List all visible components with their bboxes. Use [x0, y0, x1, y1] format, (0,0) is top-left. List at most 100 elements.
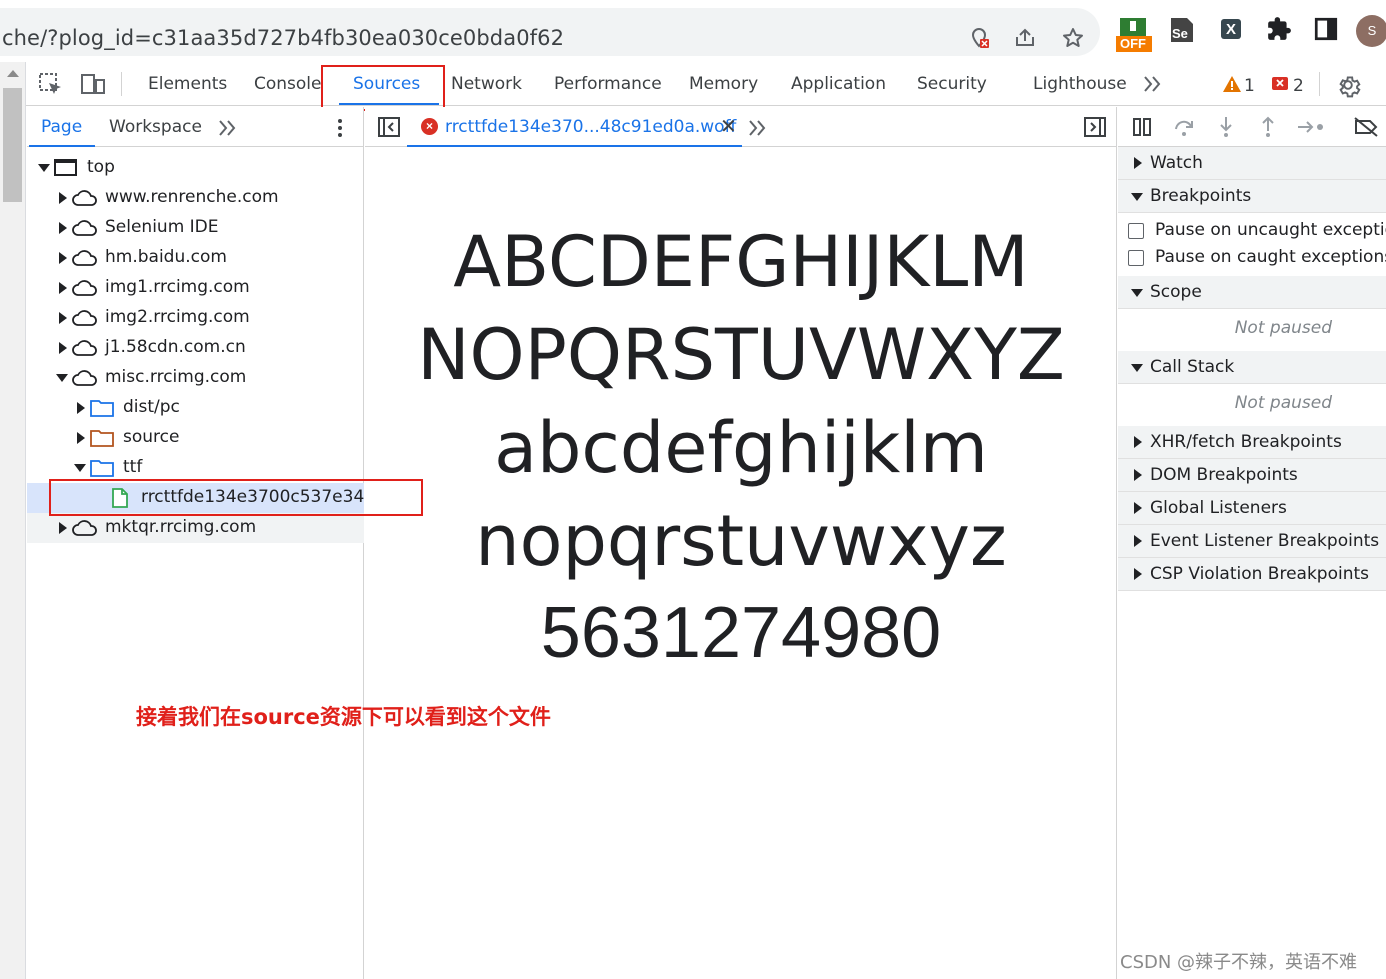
- navigator-menu-icon[interactable]: [334, 117, 346, 144]
- toggle-navigator-icon[interactable]: [377, 116, 401, 143]
- profile-avatar[interactable]: S: [1356, 15, 1386, 47]
- watch-label: Watch: [1150, 153, 1203, 173]
- collapse-arrow-icon[interactable]: [1131, 364, 1143, 372]
- folder-icon: [89, 428, 115, 448]
- bookmark-star-icon[interactable]: [1060, 26, 1086, 52]
- pause-resume-icon[interactable]: [1130, 115, 1156, 139]
- extensions-puzzle-icon[interactable]: [1266, 16, 1298, 48]
- tree-item-folder[interactable]: source: [27, 423, 364, 453]
- more-navigator-tabs-icon[interactable]: [217, 118, 239, 143]
- tab-network[interactable]: Network: [451, 74, 522, 94]
- editor-tab-label: rrcttfde134e370...48c91ed0a.woff: [445, 117, 737, 137]
- extension-off-icon[interactable]: OFF: [1116, 16, 1152, 52]
- tree-item-domain[interactable]: mktqr.rrcimg.com: [27, 513, 364, 543]
- share-icon[interactable]: [1012, 26, 1038, 52]
- collapse-arrow-icon[interactable]: [74, 464, 86, 472]
- tree-item-domain[interactable]: hm.baidu.com: [27, 243, 364, 273]
- expand-arrow-icon[interactable]: [77, 432, 85, 444]
- dom-breakpoints-section-header[interactable]: DOM Breakpoints: [1118, 459, 1386, 492]
- tree-item-domain[interactable]: j1.58cdn.com.cn: [27, 333, 364, 363]
- expand-arrow-icon[interactable]: [77, 402, 85, 414]
- expand-arrow-icon[interactable]: [1134, 157, 1142, 169]
- tree-item-folder[interactable]: dist/pc: [27, 393, 364, 423]
- tree-item-label: hm.baidu.com: [105, 247, 227, 267]
- pause-caught-checkbox[interactable]: [1128, 250, 1144, 266]
- tab-application[interactable]: Application: [791, 74, 886, 94]
- collapse-arrow-icon[interactable]: [56, 374, 68, 382]
- editor-tab-bar: × rrcttfde134e370...48c91ed0a.woff ✕: [365, 107, 1117, 147]
- close-tab-icon[interactable]: ✕: [720, 114, 737, 139]
- step-over-icon[interactable]: [1172, 115, 1198, 139]
- tree-item-domain-expanded[interactable]: misc.rrcimg.com: [27, 363, 364, 393]
- tab-lighthouse[interactable]: Lighthouse: [1033, 74, 1127, 94]
- step-out-icon[interactable]: [1256, 115, 1282, 139]
- tree-item-domain[interactable]: Selenium IDE: [27, 213, 364, 243]
- xhr-breakpoints-section-header[interactable]: XHR/fetch Breakpoints: [1118, 426, 1386, 459]
- scope-section-header[interactable]: Scope: [1118, 276, 1386, 309]
- expand-arrow-icon[interactable]: [59, 312, 67, 324]
- scroll-up-arrow-icon[interactable]: [7, 70, 19, 77]
- global-listeners-section-header[interactable]: Global Listeners: [1118, 492, 1386, 525]
- pause-uncaught-checkbox[interactable]: [1128, 223, 1144, 239]
- expand-arrow-icon[interactable]: [59, 252, 67, 264]
- expand-arrow-icon[interactable]: [59, 342, 67, 354]
- selenium-extension-icon[interactable]: Se: [1168, 16, 1200, 48]
- call-stack-status: Not paused: [1234, 393, 1332, 413]
- expand-arrow-icon[interactable]: [1134, 469, 1142, 481]
- scroll-thumb[interactable]: [3, 88, 22, 202]
- tree-item-top[interactable]: top: [27, 153, 364, 183]
- tab-security[interactable]: Security: [917, 74, 987, 94]
- excel-extension-label: X: [1226, 21, 1237, 38]
- errors-count[interactable]: 2: [1293, 76, 1304, 96]
- more-tabs-chevron-icon[interactable]: [1142, 74, 1168, 98]
- watermark-text: CSDN @辣子不辣，英语不难: [1120, 952, 1358, 973]
- page-scrollbar[interactable]: [0, 62, 26, 979]
- side-panel-icon[interactable]: [1313, 16, 1345, 48]
- toggle-debugger-icon[interactable]: [1083, 116, 1107, 143]
- step-into-icon[interactable]: [1214, 115, 1240, 139]
- expand-arrow-icon[interactable]: [1134, 535, 1142, 547]
- devtools-panel: Elements Console Sources Network Perform…: [0, 62, 1386, 979]
- tab-console[interactable]: Console: [254, 74, 322, 94]
- tree-item-label: dist/pc: [123, 397, 180, 417]
- pause-uncaught-checkbox-row[interactable]: Pause on uncaught exceptions: [1118, 217, 1386, 245]
- tab-page[interactable]: Page: [41, 117, 82, 137]
- expand-arrow-icon[interactable]: [1134, 502, 1142, 514]
- more-editor-tabs-icon[interactable]: [747, 118, 769, 143]
- tab-performance[interactable]: Performance: [554, 74, 662, 94]
- breakpoints-section-header[interactable]: Breakpoints: [1118, 180, 1386, 213]
- tab-workspace[interactable]: Workspace: [109, 117, 202, 137]
- expand-arrow-icon[interactable]: [1134, 436, 1142, 448]
- font-preview-lowercase-1: abcdefghijklm: [494, 407, 988, 489]
- url-text[interactable]: che/?plog_id=c31aa35d727b4fb30ea030ce0bd…: [2, 26, 564, 50]
- tree-item-domain[interactable]: img1.rrcimg.com: [27, 273, 364, 303]
- expand-arrow-icon[interactable]: [59, 282, 67, 294]
- watch-section-header[interactable]: Watch: [1118, 147, 1386, 180]
- step-icon[interactable]: [1296, 115, 1323, 139]
- excel-extension-icon[interactable]: X: [1218, 16, 1250, 48]
- event-listener-breakpoints-section-header[interactable]: Event Listener Breakpoints: [1118, 525, 1386, 558]
- call-stack-section-header[interactable]: Call Stack: [1118, 351, 1386, 384]
- collapse-arrow-icon[interactable]: [1131, 193, 1143, 201]
- settings-gear-icon[interactable]: [1335, 72, 1361, 98]
- csp-violation-breakpoints-section-header[interactable]: CSP Violation Breakpoints: [1118, 558, 1386, 591]
- expand-arrow-icon[interactable]: [59, 192, 67, 204]
- pause-caught-checkbox-row[interactable]: Pause on caught exceptions: [1118, 244, 1386, 272]
- collapse-arrow-icon[interactable]: [1131, 289, 1143, 297]
- expand-arrow-icon[interactable]: [59, 522, 67, 534]
- tab-memory[interactable]: Memory: [689, 74, 758, 94]
- tree-item-domain[interactable]: img2.rrcimg.com: [27, 303, 364, 333]
- location-blocked-icon[interactable]: [966, 26, 992, 52]
- device-toolbar-icon[interactable]: [80, 72, 106, 96]
- address-bar[interactable]: che/?plog_id=c31aa35d727b4fb30ea030ce0bd…: [0, 8, 1100, 56]
- warnings-count[interactable]: 1: [1244, 76, 1255, 96]
- inspect-element-icon[interactable]: [38, 72, 64, 96]
- expand-arrow-icon[interactable]: [38, 164, 50, 172]
- tree-item-domain[interactable]: www.renrenche.com: [27, 183, 364, 213]
- tab-elements[interactable]: Elements: [148, 74, 227, 94]
- expand-arrow-icon[interactable]: [59, 222, 67, 234]
- editor-tab-woff[interactable]: × rrcttfde134e370...48c91ed0a.woff ✕: [407, 107, 742, 147]
- expand-arrow-icon[interactable]: [1134, 568, 1142, 580]
- deactivate-breakpoints-icon[interactable]: [1352, 115, 1378, 139]
- tree-item-label: j1.58cdn.com.cn: [105, 337, 246, 357]
